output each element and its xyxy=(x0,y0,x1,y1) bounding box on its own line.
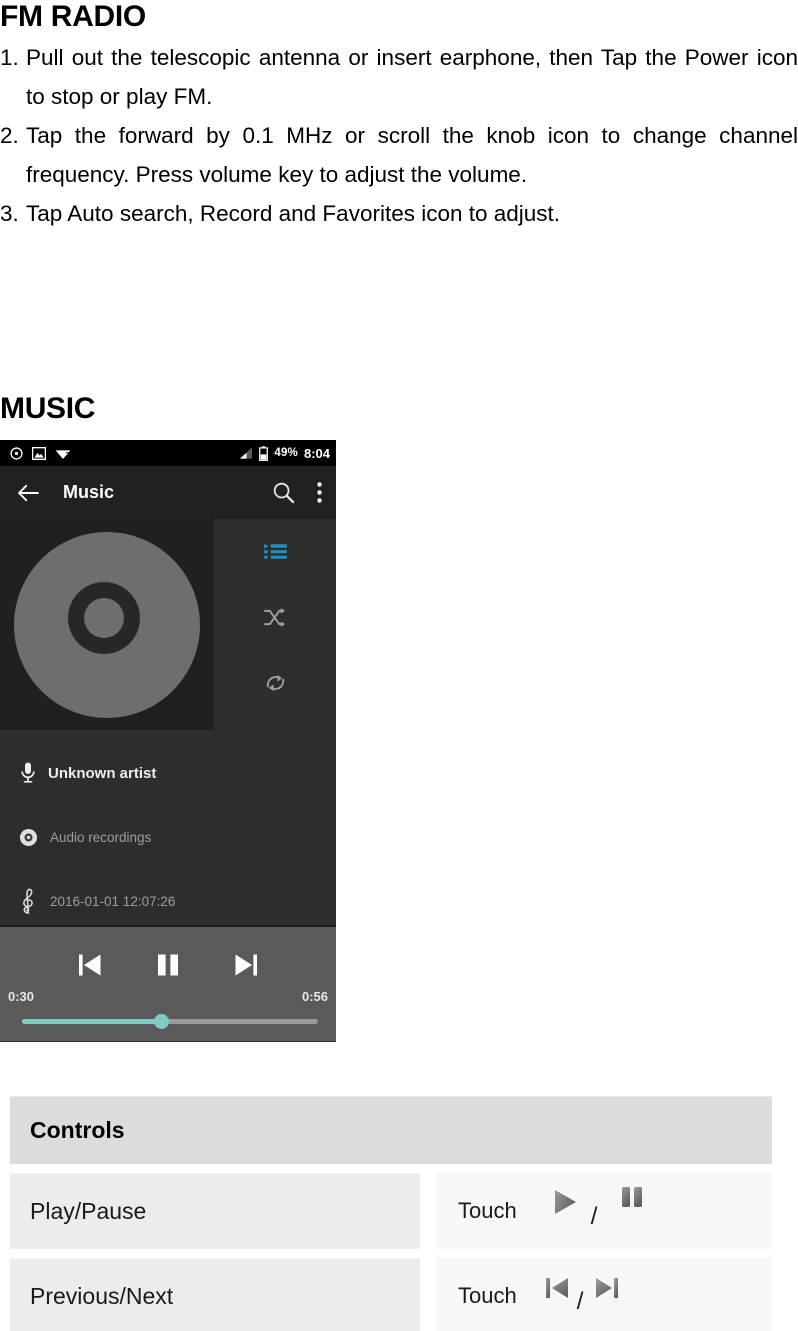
list-item-text: Pull out the telescopic antenna or inser… xyxy=(26,45,798,109)
list-item-number: 1. xyxy=(0,45,19,70)
seek-bar[interactable] xyxy=(22,1014,318,1029)
manual-page: FM RADIO 1. Pull out the telescopic ante… xyxy=(0,0,798,1331)
fm-radio-heading: FM RADIO xyxy=(0,0,146,33)
separator-label: / xyxy=(590,1203,598,1230)
next-track-icon[interactable] xyxy=(235,953,257,977)
music-heading: MUSIC xyxy=(0,392,96,425)
battery-icon xyxy=(259,445,269,461)
table-cell-gesture: Touch / xyxy=(436,1258,772,1331)
app-toolbar: Music xyxy=(0,466,336,519)
list-item-text: Tap Auto search, Record and Favorites ic… xyxy=(26,201,561,226)
list-item: 1. Pull out the telescopic antenna or in… xyxy=(0,38,798,116)
artist-label: Unknown artist xyxy=(48,764,157,782)
pause-icon xyxy=(619,1185,645,1211)
table-row: Previous/Next Touch / xyxy=(10,1258,772,1331)
search-icon[interactable] xyxy=(272,481,295,504)
status-bar: ? 49% 8:04 xyxy=(0,440,336,466)
previous-track-icon[interactable] xyxy=(79,953,101,977)
list-item: Unknown artist xyxy=(14,752,336,794)
table-row: Play/Pause Touch / xyxy=(10,1173,772,1249)
side-action-bar xyxy=(214,519,336,730)
microphone-icon xyxy=(14,762,42,784)
list-item-number: 3. xyxy=(0,201,19,226)
row-label: Previous/Next xyxy=(30,1283,174,1309)
disc-center-hole xyxy=(84,598,124,638)
gesture-label: Touch xyxy=(458,1198,517,1223)
svg-text:?: ? xyxy=(65,451,69,458)
music-app-screenshot: ? 49% 8:04 Music Unknown artist Audio re… xyxy=(0,440,336,1042)
duration-label: 0:56 xyxy=(301,989,328,1004)
alarm-icon xyxy=(10,446,23,460)
playlist-icon[interactable] xyxy=(260,536,290,566)
playback-times: 0:30 0:56 xyxy=(8,989,328,1004)
album-label: Audio recordings xyxy=(50,829,152,845)
play-icon xyxy=(551,1187,579,1217)
status-bar-clock: 8:04 xyxy=(303,445,330,461)
seek-bar-thumb[interactable] xyxy=(154,1014,170,1029)
separator-label: / xyxy=(576,1288,584,1315)
track-metadata: Unknown artist Audio recordings 2016-01-… xyxy=(0,730,336,925)
table-cell-action-name: Play/Pause xyxy=(10,1173,420,1249)
image-icon xyxy=(32,446,46,460)
elapsed-time-label: 0:30 xyxy=(8,989,35,1004)
shuffle-icon[interactable] xyxy=(260,602,290,632)
table-header-row: Controls xyxy=(10,1096,772,1164)
table-header-label: Controls xyxy=(30,1117,125,1143)
page-title: Music xyxy=(63,482,115,502)
status-bar-notifications: ? xyxy=(10,446,238,460)
overflow-menu-icon[interactable] xyxy=(317,482,322,503)
fm-radio-section: FM RADIO 1. Pull out the telescopic ante… xyxy=(0,0,798,233)
album-art-row xyxy=(0,519,336,730)
treble-clef-icon xyxy=(14,888,42,914)
table-cell-action-name: Previous/Next xyxy=(10,1258,420,1331)
cd-disc-icon xyxy=(0,519,214,730)
battery-percent-label: 49% xyxy=(274,447,298,459)
signal-bars-icon xyxy=(238,446,253,460)
transport-controls xyxy=(0,927,336,977)
wifi-unknown-icon: ? xyxy=(55,447,71,460)
list-item: 3. Tap Auto search, Record and Favorites… xyxy=(0,194,798,233)
timestamp-label: 2016-01-01 12:07:26 xyxy=(50,893,176,909)
row-label: Play/Pause xyxy=(30,1198,147,1224)
pause-icon[interactable] xyxy=(157,953,179,977)
gesture-label: Touch xyxy=(458,1283,517,1308)
back-arrow-icon[interactable] xyxy=(17,484,39,502)
list-item: 2016-01-01 12:07:26 xyxy=(14,880,336,922)
disc-icon xyxy=(14,828,42,847)
previous-track-icon xyxy=(544,1275,570,1301)
list-item: 2. Tap the forward by 0.1 MHz or scroll … xyxy=(0,116,798,194)
fm-radio-steps: 1. Pull out the telescopic antenna or in… xyxy=(0,38,798,233)
seek-bar-fill xyxy=(22,1019,162,1024)
list-item-text: Tap the forward by 0.1 MHz or scroll the… xyxy=(26,123,798,187)
repeat-icon[interactable] xyxy=(260,668,290,698)
table-cell-gesture: Touch / xyxy=(436,1173,772,1249)
status-bar-system: 49% 8:04 xyxy=(238,446,330,461)
list-item: Audio recordings xyxy=(14,816,336,858)
next-track-icon xyxy=(594,1275,620,1301)
controls-table: Controls Play/Pause Touch / Previous/Nex… xyxy=(10,1096,772,1331)
player-controls-bar: 0:30 0:56 xyxy=(0,925,336,1041)
list-item-number: 2. xyxy=(0,123,19,148)
